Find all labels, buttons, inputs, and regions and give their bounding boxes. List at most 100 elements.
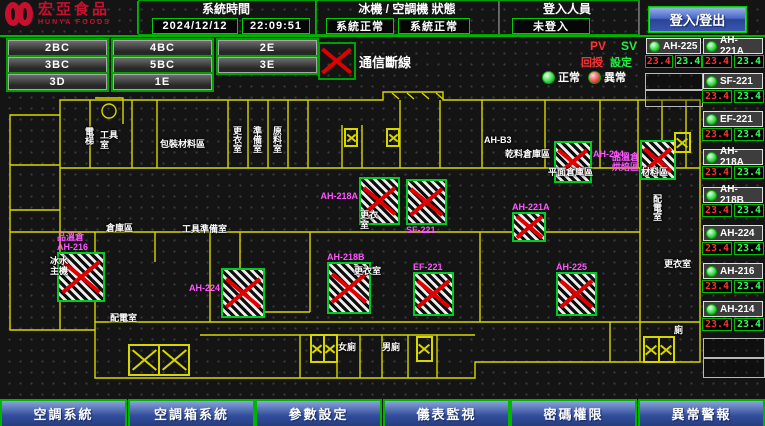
brand-subtitle: HUNYA FOODS xyxy=(38,19,111,26)
empty-slot xyxy=(703,358,765,378)
unit-status-led-icon xyxy=(706,152,717,163)
unit-name-ah-221a[interactable]: AH-221A xyxy=(703,38,763,54)
room-label: AH-B3 xyxy=(484,135,512,145)
login-logout-button[interactable]: 登入/登出 xyxy=(648,6,747,33)
room-label: 廁 xyxy=(674,325,683,335)
system-time-label: 系統時間 xyxy=(140,2,312,16)
bottom-tab-2[interactable]: 空調箱系統 xyxy=(128,399,255,426)
unit-name-ah-218a[interactable]: AH-218A xyxy=(703,149,763,165)
pv-value-ah-218a: 23.4 xyxy=(702,166,732,179)
floor-button-2bc[interactable]: 2BC xyxy=(8,40,107,56)
floor-button-3bc[interactable]: 3BC xyxy=(8,57,107,73)
stair-x-icon xyxy=(346,130,356,145)
hvac-status-value: 系統正常 xyxy=(398,18,470,34)
unit-values-ef-221: 23.423.4 xyxy=(702,128,764,141)
room-label: 更衣室 xyxy=(664,259,691,269)
room-label: 更衣 室 xyxy=(360,210,378,230)
header-divider xyxy=(137,1,138,34)
sv-value-ah-221a: 23.4 xyxy=(734,55,764,68)
room-label: 包裝材料區 xyxy=(160,139,205,149)
unit-status-led-icon xyxy=(706,266,717,277)
pv-value-ah-224: 23.4 xyxy=(702,242,732,255)
offline-unit-ah-225[interactable]: AH-225 xyxy=(556,272,597,316)
sv-value-ah-224: 23.4 xyxy=(734,242,764,255)
unit-name-ah-225[interactable]: AH-225 xyxy=(646,38,701,54)
stair-x-icon xyxy=(658,338,673,361)
pv-value-ah-225: 23.4 xyxy=(645,55,673,68)
unit-label: AH-218A xyxy=(720,146,760,168)
unit-values-ah-218a: 23.423.4 xyxy=(702,166,764,179)
floor-button-5bc[interactable]: 5BC xyxy=(113,57,212,73)
unit-label: AH-225 xyxy=(663,41,697,52)
unit-name-ah-216[interactable]: AH-216 xyxy=(703,263,763,279)
room-label: 更衣室 xyxy=(354,266,381,276)
offline-unit-sf-221[interactable]: SF-221 xyxy=(406,179,447,225)
stair-x-icon xyxy=(676,134,689,151)
header-divider xyxy=(638,1,639,34)
room-label: 工具準備室 xyxy=(182,224,227,234)
empty-slot xyxy=(703,338,765,358)
unit-name-ah-224[interactable]: AH-224 xyxy=(703,225,763,241)
pv-value-ah-218b: 23.4 xyxy=(702,204,732,217)
room-label: 乾料倉庫區 xyxy=(505,149,550,159)
unit-status-led-icon xyxy=(706,41,717,52)
floor-button-3d[interactable]: 3D xyxy=(8,74,107,90)
unit-name-ef-221[interactable]: EF-221 xyxy=(703,111,763,127)
room-label: 準備室 xyxy=(252,126,262,153)
offline-unit-label: 品溫倉 烘焙區 xyxy=(612,152,639,172)
unit-status-led-icon xyxy=(706,190,717,201)
bottom-tab-1[interactable]: 空調系統 xyxy=(0,399,127,426)
offline-unit-label: AH-224 xyxy=(189,283,220,293)
offline-unit-label: AH-221A xyxy=(512,202,550,212)
unit-values-ah-221a: 23.423.4 xyxy=(702,55,764,68)
unit-name-ah-218b[interactable]: AH-218B xyxy=(703,187,763,203)
pv-value-sf-221: 23.4 xyxy=(702,90,732,103)
pv-value-ef-221: 23.4 xyxy=(702,128,732,141)
unit-values-ah-224: 23.423.4 xyxy=(702,242,764,255)
room-label: 男廁 xyxy=(382,342,400,352)
stair-x-icon xyxy=(130,346,158,374)
stair-icon xyxy=(643,336,675,363)
brand-logo: 宏亞食品 HUNYA FOODS xyxy=(5,2,111,26)
room-label: 倉庫區 xyxy=(106,223,133,233)
unit-values-sf-221: 23.423.4 xyxy=(702,90,764,103)
bottom-tab-6[interactable]: 異常警報 xyxy=(638,399,765,426)
sv-value-ah-225: 23.4 xyxy=(675,55,703,68)
bottom-tab-5[interactable]: 密碼權限 xyxy=(510,399,637,426)
unit-name-ah-214[interactable]: AH-214 xyxy=(703,301,763,317)
offline-unit-ef-221[interactable]: EF-221 xyxy=(413,272,454,316)
offline-unit-ah-224[interactable]: AH-224 xyxy=(221,268,265,318)
stair-icon xyxy=(416,336,433,362)
unit-name-sf-221[interactable]: SF-221 xyxy=(703,73,763,89)
unit-values-ah-216: 23.423.4 xyxy=(702,280,764,293)
system-clock-value: 22:09:51 xyxy=(242,18,310,34)
offline-unit-label: AH-225 xyxy=(556,262,587,272)
floor-button-2e[interactable]: 2E xyxy=(218,40,317,56)
bottom-tab-4[interactable]: 儀表監視 xyxy=(383,399,510,426)
stair-x-icon xyxy=(323,336,336,361)
stair-x-icon xyxy=(312,336,323,361)
login-user-label: 登入人員 xyxy=(505,2,629,16)
sv-value-ef-221: 23.4 xyxy=(734,128,764,141)
room-label: 冰水 主機 xyxy=(50,256,68,276)
hmi-screen: 宏亞食品 HUNYA FOODS 系統時間 2024/12/12 22:09:5… xyxy=(0,0,765,426)
empty-slot xyxy=(645,73,703,90)
sv-sub-header: 設定 xyxy=(610,54,632,70)
sv-value-ah-216: 23.4 xyxy=(734,280,764,293)
floor-button-1e[interactable]: 1E xyxy=(113,74,212,90)
unit-label: AH-214 xyxy=(720,304,754,315)
sv-value-sf-221: 23.4 xyxy=(734,90,764,103)
login-user-value: 未登入 xyxy=(512,18,590,34)
offline-unit-label: 品溫倉 AH-216 xyxy=(57,232,88,252)
sv-value-ah-218a: 23.4 xyxy=(734,166,764,179)
offline-unit-ah-221a[interactable]: AH-221A xyxy=(512,212,546,242)
bottom-tab-3[interactable]: 參數設定 xyxy=(255,399,382,426)
stair-x-icon xyxy=(388,130,398,145)
floor-button-3e[interactable]: 3E xyxy=(218,57,317,73)
floor-button-4bc[interactable]: 4BC xyxy=(113,40,212,56)
unit-label: AH-218B xyxy=(720,184,760,206)
stair-icon xyxy=(310,334,338,363)
normal-led-icon xyxy=(542,71,555,84)
offline-unit-label: AH-218A xyxy=(320,191,358,201)
brand-name: 宏亞食品 xyxy=(38,2,111,17)
